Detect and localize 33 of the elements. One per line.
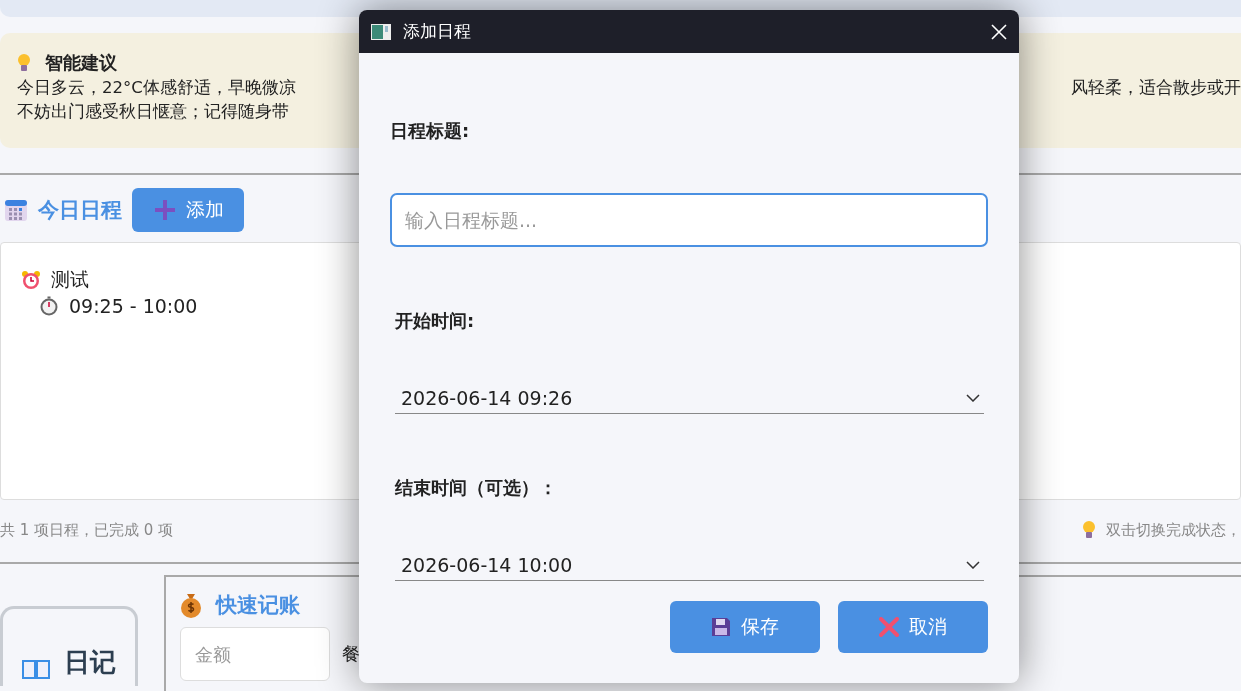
chevron-down-icon: [966, 394, 980, 402]
lightbulb-icon: [1082, 520, 1096, 540]
hint-text: 双击切换完成状态，: [1106, 520, 1241, 540]
money-bag-icon: [180, 592, 202, 618]
amount-input-field[interactable]: 金额: [180, 627, 330, 681]
stopwatch-icon: [39, 296, 59, 316]
suggestion-title: 智能建议: [45, 51, 117, 75]
alarm-clock-icon: [21, 270, 41, 290]
datetime-dropdown[interactable]: 2026-06-14 09:26: [395, 383, 984, 414]
dialog-title: 添加日程: [403, 20, 472, 43]
chevron-down-icon: [966, 561, 980, 569]
plus-icon: [154, 199, 176, 221]
ledger-title: 快速记账: [216, 592, 300, 619]
suggestion-text: 不妨出门感受秋日惬意；记得随身带: [17, 101, 289, 123]
schedule-title: 今日日程: [38, 197, 122, 224]
category-label[interactable]: 餐: [342, 642, 360, 666]
schedule-item-title[interactable]: 测试: [51, 267, 89, 293]
suggestion-text: 风轻柔，适合散步或开: [1071, 77, 1241, 99]
field-label: 日程标题:: [390, 119, 471, 143]
title-input-field[interactable]: 输入日程标题...: [390, 193, 988, 247]
app-window-icon: [371, 23, 391, 40]
cross-icon: [879, 617, 899, 637]
schedule-item-time: 09:25 - 10:00: [69, 295, 198, 317]
field-label: 开始时间:: [394, 309, 476, 333]
field-label: 结束时间（可选）：: [393, 476, 558, 500]
schedule-summary: 共 1 项日程，已完成 0 项: [0, 520, 174, 540]
close-button[interactable]: [991, 23, 1007, 40]
lightbulb-icon: [17, 53, 31, 73]
datetime-dropdown[interactable]: 2026-06-14 10:00: [395, 550, 984, 581]
calendar-icon: [4, 198, 28, 222]
suggestion-text: 今日多云，22°C体感舒适，早晚微凉: [17, 77, 296, 99]
diary-tab[interactable]: 日记: [0, 606, 138, 686]
book-icon: [22, 658, 50, 680]
